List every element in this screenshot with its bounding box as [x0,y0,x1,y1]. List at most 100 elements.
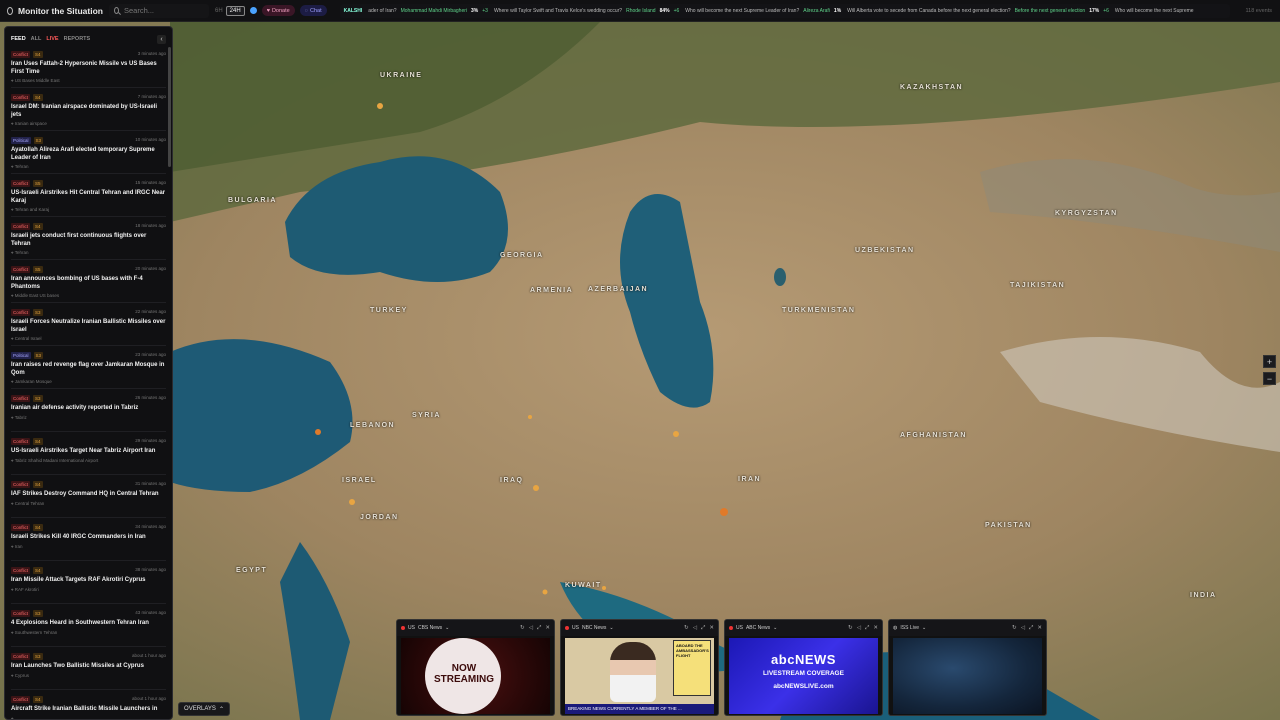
item-location: ⌖ RAF Akrotiri [11,587,166,592]
close-icon[interactable]: ✕ [1037,625,1042,632]
video-country: US [736,625,743,631]
tab-feed[interactable]: FEED [11,36,26,42]
category-badge: Conflict [11,696,31,703]
video-stream[interactable]: NOW STREAMING [401,638,550,714]
video-stream[interactable] [893,638,1042,714]
refresh-icon[interactable]: ↻ [684,625,689,632]
feed-item[interactable]: Conflict S3 26 minutes ago Iranian air defe… [11,389,166,432]
close-icon[interactable]: ✕ [545,625,550,632]
volume-icon[interactable]: ◁ [529,625,533,632]
label-lebanon: LEBANON [350,422,396,429]
event-count: 118 events [1245,7,1272,14]
close-icon[interactable]: ✕ [873,625,878,632]
item-location: ⌖ Tabriz [11,415,166,420]
label-turkmenistan: TURKMENISTAN [782,307,856,314]
item-time: 7 minutes ago [137,94,166,99]
feed-item[interactable]: Conflict S4 34 minutes ago Israeli Strikes … [11,518,166,561]
severity-badge: S3 [33,309,43,316]
chat-button[interactable]: ◌ Chat [299,5,327,16]
volume-icon[interactable]: ◁ [693,625,697,632]
feed-item[interactable]: Conflict S5 15 minutes ago US-Israeli Airst… [11,174,166,217]
video-stream[interactable]: abcNEWS LIVESTREAM COVERAGE abcNEWSLIVE.… [729,638,878,714]
video-panel-iss[interactable]: ◍ ISS Live ⌄ ↻ ◁ ⤢ ✕ [888,619,1047,716]
item-location-text: Central Tehran [14,500,45,506]
category-badge: Conflict [11,94,31,101]
satellite-map[interactable]: UKRAINE BULGARIA GEORGIA ARMENIA AZERBAI… [0,22,1280,720]
item-location-text: Tabriz Shahid Madani International Airpo… [14,457,99,463]
category-badge: Conflict [11,610,31,617]
volume-icon[interactable]: ◁ [857,625,861,632]
chevron-down-icon[interactable]: ⌄ [445,625,449,631]
refresh-icon[interactable]: ↻ [520,625,525,632]
severity-badge: S3 [33,395,43,402]
item-location-text: Tabriz [14,414,27,420]
volume-icon[interactable]: ◁ [1021,625,1025,632]
feed-item[interactable]: Conflict S4 31 minutes ago IAF Strikes Dest… [11,475,166,518]
feed-item[interactable]: Conflict S3 22 minutes ago Israeli Forces N… [11,303,166,346]
expand-icon[interactable]: ⤢ [865,625,869,632]
video-country: US [572,625,579,631]
label-bulgaria: BULGARIA [228,197,277,204]
severity-badge: S3 [33,352,44,359]
ticker-item[interactable]: Will Alberta vote to secede from Canada … [847,8,1109,14]
chevron-down-icon[interactable]: ⌄ [609,625,613,631]
zoom-in-button[interactable]: + [1263,355,1276,368]
video-stream[interactable]: ABOARD THE AMBASSADOR'S FLIGHT BREAKING … [565,638,714,714]
side-graphic: ABOARD THE AMBASSADOR'S FLIGHT [673,640,711,696]
range-24h-button[interactable]: 24H [225,5,245,16]
feed-item[interactable]: Conflict S4 29 minutes ago US-Israeli Airst… [11,432,166,475]
tab-live[interactable]: LIVE [46,36,58,42]
feed-item[interactable]: Conflict S4 38 minutes ago Iran Missile Att… [11,561,166,604]
ticker-item[interactable]: Who will become the next Supreme Leader … [685,8,841,14]
expand-icon[interactable]: ⤢ [1029,625,1033,632]
search-input[interactable] [124,6,204,15]
video-panel-abc[interactable]: US ABC News ⌄ ↻ ◁ ⤢ ✕ abcNEWS LIVESTREAM… [724,619,883,716]
category-badge: Conflict [11,51,31,58]
globe-icon [7,6,13,15]
telegram-icon[interactable] [249,7,257,14]
feed-item[interactable]: Conflict S3 43 minutes ago 4 Explosions Hea… [11,604,166,647]
feed-item[interactable]: Conflict S5 20 minutes ago Iran announces b… [11,260,166,303]
overlays-button[interactable]: OVERLAYS ⌃ [178,702,230,716]
chevron-down-icon[interactable]: ⌄ [773,625,777,631]
feed-item[interactable]: Conflict S4 about 1 hour ago Aircraft Strik… [11,690,166,719]
item-title: Israeli Strikes Kill 40 IRGC Commanders … [11,534,146,540]
close-icon[interactable]: ✕ [709,625,714,632]
severity-badge: S4 [33,481,43,488]
video-panel-cbs[interactable]: US CBS News ⌄ ↻ ◁ ⤢ ✕ NOW STREAMING [396,619,555,716]
feed-item[interactable]: Conflict S4 3 minutes ago Iran Uses Fattah-… [11,45,166,88]
refresh-icon[interactable]: ↻ [1012,625,1017,632]
item-location-text: US Bases Middle East [14,78,60,83]
ticker-item[interactable]: Where will Taylor Swift and Travis Kelce… [494,8,679,14]
video-panel-nbc[interactable]: US NBC News ⌄ ↻ ◁ ⤢ ✕ ABOARD THE AMBASSA… [560,619,719,716]
severity-badge: S4 [33,567,43,574]
refresh-icon[interactable]: ↻ [848,625,853,632]
zoom-out-button[interactable]: − [1263,372,1276,385]
feed-list: Conflict S4 3 minutes ago Iran Uses Fattah-… [5,45,172,719]
range-6h[interactable]: 6H [215,8,223,14]
tab-all[interactable]: ALL [31,36,42,42]
expand-icon[interactable]: ⤢ [701,625,705,632]
collapse-sidebar-button[interactable]: ‹ [157,34,166,44]
feed-item[interactable]: Political S3 23 minutes ago Iran raises red… [11,346,166,389]
feed-item[interactable]: Political S3 10 minutes ago Ayatollah Alire… [11,131,166,174]
item-time: 38 minutes ago [135,567,166,572]
donate-label: Donate [271,7,290,14]
brand[interactable]: Monitor the Situation [0,6,103,16]
prediction-ticker[interactable]: KALSHI ader of Iran? Mohammad Mahdi Mirba… [339,3,1230,18]
expand-icon[interactable]: ⤢ [537,625,541,632]
item-title: IAF Strikes Destroy Command HQ in Centra… [11,491,159,497]
ticker-item[interactable]: ader of Iran? Mohammad Mahdi Mirbagheri 3%… [368,8,488,14]
label-georgia: GEORGIA [500,252,544,259]
chevron-down-icon[interactable]: ⌄ [922,625,926,631]
feed-scrollbar[interactable] [168,47,171,167]
app-root: Monitor the Situation 6H 24H ♥ Donate ◌ … [0,0,1280,720]
feed-item[interactable]: Conflict S4 7 minutes ago Israel DM: Irania… [11,88,166,131]
tab-reports[interactable]: REPORTS [64,36,91,42]
ticker-pct: 1% [833,7,842,14]
ticker-item[interactable]: Who will become the next Supreme [1115,8,1194,14]
donate-button[interactable]: ♥ Donate [261,5,295,16]
search-box[interactable] [109,3,209,18]
feed-item[interactable]: Conflict S3 about 1 hour ago Iran Launches … [11,647,166,690]
feed-item[interactable]: Conflict S4 18 minutes ago Israeli jets con… [11,217,166,260]
